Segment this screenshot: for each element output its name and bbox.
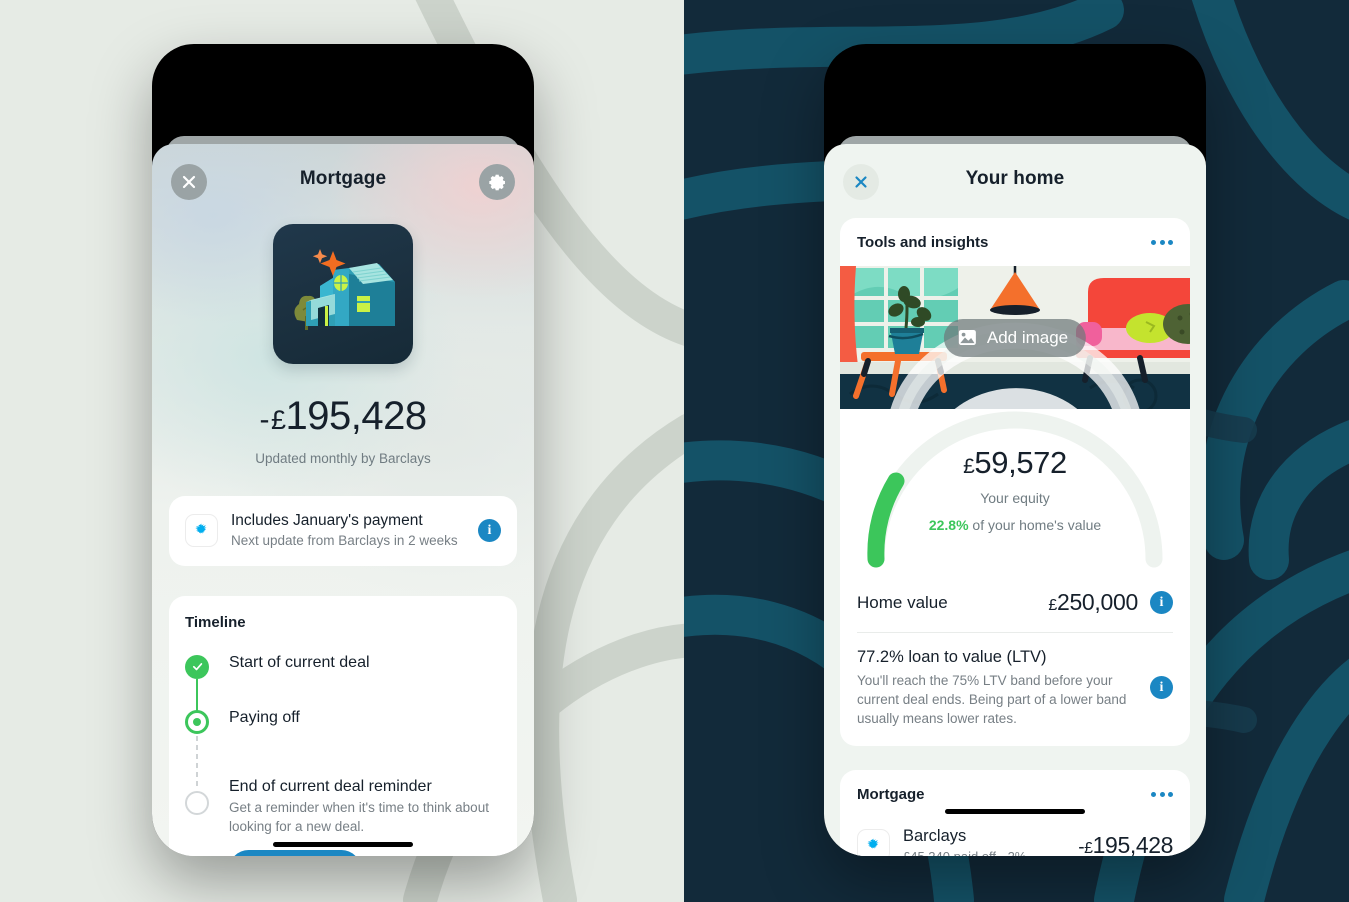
info-icon[interactable]: i [478,519,501,543]
right-sheet-header: Your home [824,144,1206,218]
balance-value: 195,428 [285,394,427,438]
timeline-gutter [185,653,213,715]
image-icon [958,329,976,346]
mortgage-balance: - £ 195,428 [259,394,427,438]
payment-card[interactable]: Includes January's payment Next update f… [169,496,517,566]
timeline-dot-done [185,654,209,679]
payment-card-subtitle: Next update from Barclays in 2 weeks [231,533,458,549]
ltv-title: 77.2% loan to value (LTV) [857,648,1047,666]
home-value-number: 250,000 [1056,589,1138,615]
left-hero: - £ 195,428 Updated monthly by Barclays [152,218,534,466]
timeline-item-paying: Paying off [185,708,501,790]
timeline-item-start: Start of current deal [185,653,501,715]
right-phone-frame: Your home Tools and insights Add image £… [824,44,1206,856]
timeline-card: Timeline Start of current deal Paying of… [169,595,517,856]
home-value-currency: £ [1048,597,1057,614]
living-room-illustration: Add image [840,266,1190,409]
balance-minus: - [259,403,269,436]
more-options-icon[interactable] [1151,240,1173,245]
gear-glyph [488,174,505,190]
home-indicator [945,809,1085,814]
info-icon[interactable]: i [1150,676,1173,700]
mortgage-account-sub: £45,240 paid off · 2% [903,849,1065,856]
page-title: Your home [965,168,1065,189]
gear-icon[interactable] [479,164,515,200]
dot [1159,240,1165,245]
home-value-label: Home value [857,592,948,612]
add-image-button[interactable]: Add image [943,318,1087,357]
dot [1168,792,1173,798]
ltv-row[interactable]: 77.2% loan to value (LTV) You'll reach t… [840,633,1190,746]
barclays-eagle-icon [185,514,218,548]
timeline-gutter [185,777,213,856]
page-title: Mortgage [299,168,387,189]
barclays-eagle-glyph [195,523,207,534]
timeline-dot-current [185,709,209,734]
info-icon[interactable]: i [1150,591,1173,614]
tools-and-insights-card: Tools and insights Add image £59,572 You… [840,218,1190,747]
dot [1151,240,1156,245]
mortgage-account-amount: -£195,428 [1078,832,1173,856]
mortgage-account-name: Barclays [903,827,967,846]
left-sheet-header: Mortgage [152,144,534,218]
payment-card-title: Includes January's payment [231,512,423,529]
timeline-item-start-body: Start of current deal [229,653,501,708]
left-sheet: Mortgage - £ 195,428 Updated monthly by … [152,144,534,856]
timeline-item-title: Paying off [229,708,300,726]
timeline-title: Timeline [185,613,246,631]
more-options-icon[interactable] [1151,792,1173,798]
home-indicator [273,842,413,847]
timeline-dot-todo [185,790,209,815]
equity-gauge: £59,572 Your equity 22.8% of your home's… [840,409,1190,577]
dot [1159,792,1165,798]
timeline-item-title: Start of current deal [229,653,370,671]
mortgage-account-text: Barclays £45,240 paid off · 2% [903,827,1065,856]
timeline-item-title: End of current deal reminder [229,777,432,795]
equity-value: 59,572 [974,445,1067,480]
home-value-amount: £250,000 [1048,589,1138,616]
payment-card-row: Includes January's payment Next update f… [169,496,517,566]
tools-card-title: Tools and insights [857,234,989,251]
check-icon [192,663,202,671]
ltv-description: You'll reach the 75% LTV band before you… [857,672,1127,726]
equity-label: Your equity [980,490,1050,506]
mortgage-card-header: Mortgage [840,770,1190,813]
timeline-item-paying-body: Paying off [229,708,501,777]
house-illustration [273,224,413,364]
dot [1168,240,1173,245]
dot [1151,792,1156,798]
timeline-item-desc: Get a reminder when it's time to think a… [229,800,489,834]
timeline-list: Start of current deal Paying off End of … [185,653,501,856]
balance-subtitle: Updated monthly by Barclays [255,451,431,466]
equity-percent-line: 22.8% of your home's value [840,517,1190,533]
balance-currency: £ [270,405,286,435]
equity-percent-suffix: of your home's value [968,517,1102,533]
amount-value: 195,428 [1092,831,1174,856]
timeline-gutter [185,708,213,790]
set-reminder-button[interactable]: Set reminder [229,850,361,856]
mortgage-account-row[interactable]: Barclays £45,240 paid off · 2% -£195,428 [840,813,1190,856]
home-value-row[interactable]: Home value £250,000 i [840,577,1190,632]
barclays-eagle-glyph [867,838,879,849]
house-illustration-svg [294,249,395,330]
equity-gauge-center: £59,572 Your equity 22.8% of your home's… [840,447,1190,533]
barclays-eagle-icon [857,828,890,856]
equity-percent: 22.8% [928,517,969,533]
left-phone-frame: Mortgage - £ 195,428 Updated monthly by … [152,44,534,856]
right-sheet: Your home Tools and insights Add image £… [824,144,1206,856]
mortgage-card-title: Mortgage [857,786,925,804]
payment-card-text: Includes January's payment Next update f… [231,511,465,551]
tools-card-header: Tools and insights [840,218,1190,266]
equity-amount: £59,572 [840,447,1190,478]
ltv-text: 77.2% loan to value (LTV) You'll reach t… [857,647,1136,728]
equity-currency: £ [963,455,975,478]
add-image-label: Add image [986,327,1069,347]
amount-currency: £ [1084,839,1093,856]
